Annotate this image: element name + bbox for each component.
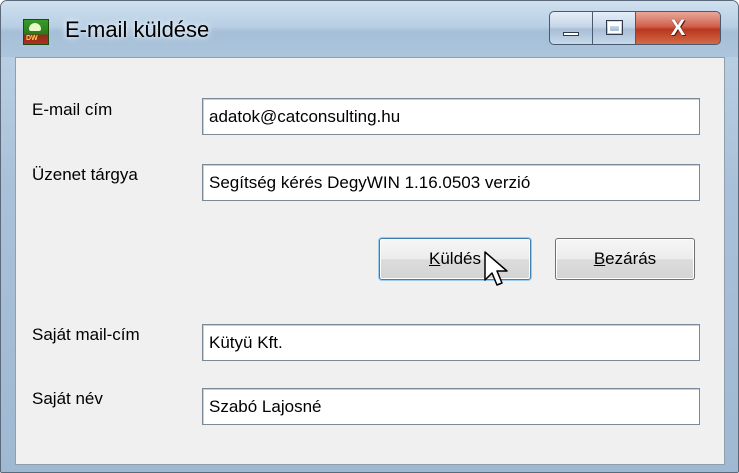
own-name-field[interactable]: Szabó Lajosné xyxy=(202,388,700,425)
close-button-accel: B xyxy=(593,249,606,268)
dialog-body: E-mail cím adatok@catconsulting.hu Üzene… xyxy=(15,57,725,465)
close-window-button[interactable]: X xyxy=(635,11,721,45)
maximize-icon xyxy=(606,20,623,35)
own-name-label: Saját név xyxy=(32,389,103,408)
close-button[interactable]: Bezárás xyxy=(555,238,695,280)
email-send-dialog: DW E-mail küldése X E-mail cím adatok@ca… xyxy=(0,0,739,473)
send-button-accel: K xyxy=(429,249,441,268)
app-icon-text: DW xyxy=(26,35,38,42)
close-icon: X xyxy=(670,15,686,40)
send-button-label: üldés xyxy=(440,249,481,268)
subject-field[interactable]: Segítség kérés DegyWIN 1.16.0503 verzió xyxy=(202,164,700,201)
mouse-pointer-icon xyxy=(484,251,508,286)
email-field[interactable]: adatok@catconsulting.hu xyxy=(202,98,700,135)
own-mail-label: Saját mail-cím xyxy=(32,325,140,344)
app-icon[interactable]: DW xyxy=(23,19,49,45)
email-label: E-mail cím xyxy=(32,100,113,119)
own-mail-field[interactable]: Kütyü Kft. xyxy=(202,324,700,361)
subject-label: Üzenet tárgya xyxy=(32,165,138,184)
title-bar[interactable]: DW E-mail küldése X xyxy=(1,1,738,57)
minimize-icon xyxy=(563,32,579,36)
maximize-button[interactable] xyxy=(592,11,636,45)
close-button-label: ezárás xyxy=(605,249,657,268)
minimize-button[interactable] xyxy=(549,11,593,45)
window-title: E-mail küldése xyxy=(65,17,210,42)
app-icon-leaf xyxy=(29,23,41,31)
